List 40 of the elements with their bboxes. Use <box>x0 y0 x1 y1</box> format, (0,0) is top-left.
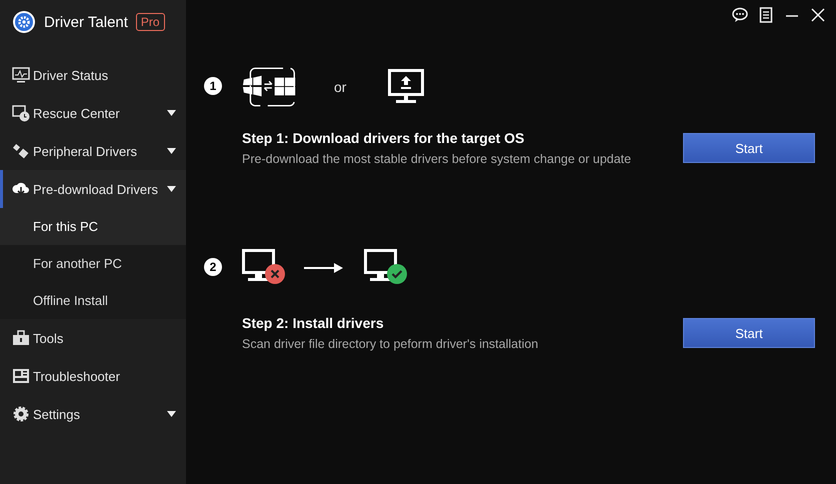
sidebar-item[interactable]: Pre-download Drivers <box>0 170 186 208</box>
monitor-upload-icon <box>388 69 424 105</box>
caret-icon <box>167 148 176 154</box>
step-description: Pre-download the most stable drivers before system change or update <box>242 152 632 166</box>
monitor-icon <box>12 66 30 84</box>
start-button[interactable]: Start <box>683 133 815 163</box>
sidebar-item[interactable]: Driver Status <box>0 56 186 94</box>
sidebar-item[interactable]: Tools <box>0 319 186 357</box>
sidebar-item[interactable]: Peripheral Drivers <box>0 132 186 170</box>
menu-icon[interactable] <box>758 7 774 23</box>
chat-icon[interactable] <box>732 7 748 23</box>
start-button[interactable]: Start <box>683 318 815 348</box>
app-title: Driver Talent <box>44 14 128 30</box>
close-icon[interactable] <box>810 7 826 23</box>
gear-logo-icon <box>12 10 36 34</box>
or-label: or <box>334 79 346 95</box>
pro-badge: Pro <box>136 13 165 31</box>
submenu-item[interactable]: For this PC <box>0 208 186 245</box>
monitor-error-icon <box>242 249 288 287</box>
sidebar-item[interactable]: Rescue Center <box>0 94 186 132</box>
os-switch-icon <box>242 66 298 108</box>
step-description: Scan driver file directory to peform driver's installation <box>242 337 540 351</box>
arrow-icon <box>304 262 344 274</box>
caret-icon <box>167 110 176 116</box>
settings-icon <box>12 405 30 423</box>
monitor-clock-icon <box>12 104 30 122</box>
step-number: 2 <box>204 258 222 276</box>
step-title: Step 2: Install drivers <box>242 315 385 331</box>
layout-icon <box>12 367 30 385</box>
step-number: 1 <box>204 77 222 95</box>
caret-icon <box>167 411 176 417</box>
toolbox-icon <box>12 329 30 347</box>
submenu-item[interactable]: Offline Install <box>0 282 186 319</box>
device-icon <box>12 142 30 160</box>
sidebar-item[interactable]: Settings <box>0 395 186 433</box>
monitor-check-icon <box>364 249 410 287</box>
step-title: Step 1: Download drivers for the target OS <box>242 130 526 146</box>
caret-icon <box>167 186 176 192</box>
sidebar-item[interactable]: Troubleshooter <box>0 357 186 395</box>
submenu-item[interactable]: For another PC <box>0 245 186 282</box>
